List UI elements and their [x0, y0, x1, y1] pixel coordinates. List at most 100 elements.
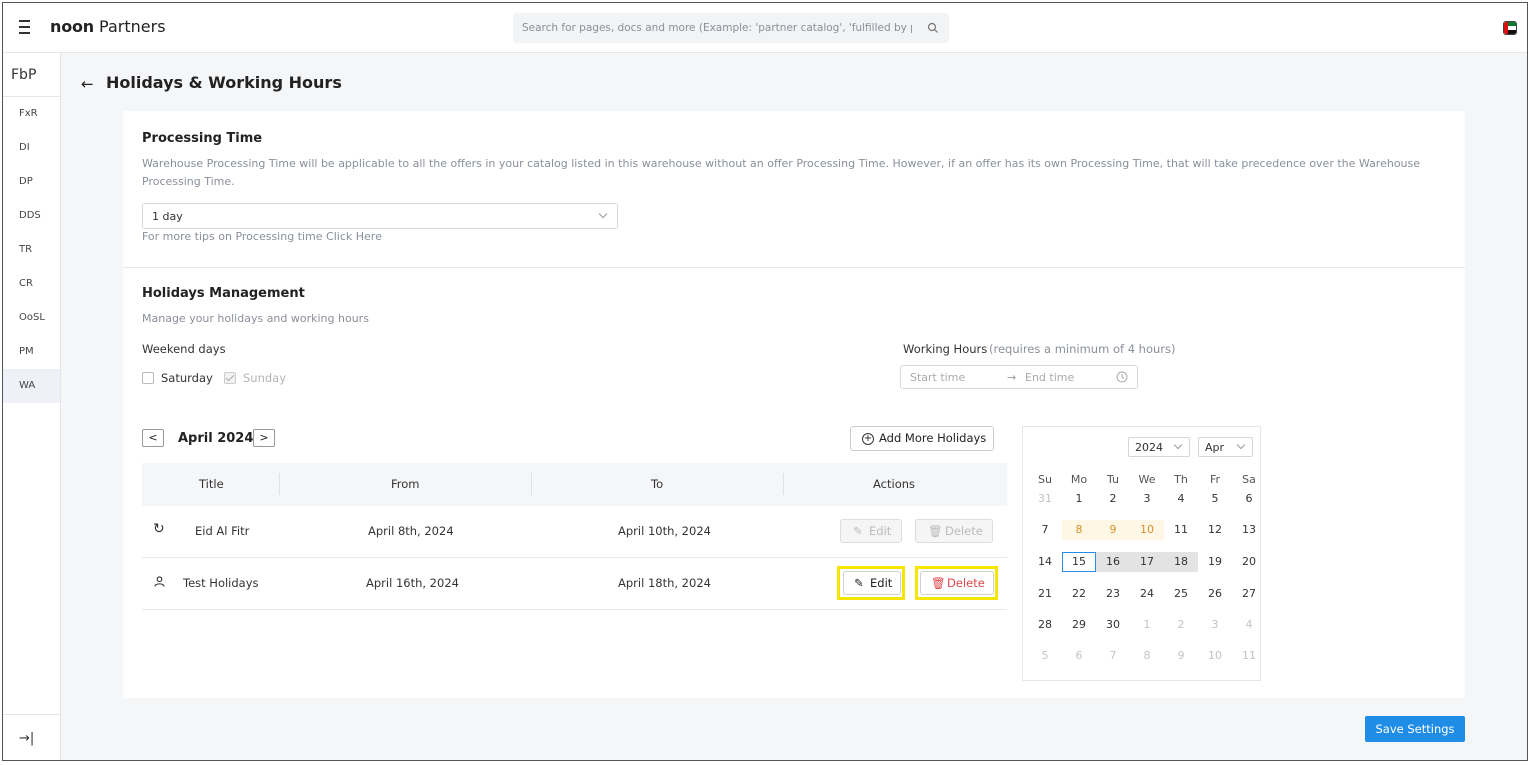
back-arrow-icon[interactable]: ← — [81, 75, 94, 93]
calendar-day[interactable]: 1 — [1130, 615, 1164, 635]
sidebar-item-dds[interactable]: DDS — [3, 199, 60, 233]
add-holidays-button[interactable]: + Add More Holidays — [850, 426, 994, 451]
working-hours-note: (requires a minimum of 4 hours) — [989, 342, 1176, 356]
holiday-to: April 10th, 2024 — [618, 524, 711, 538]
calendar-day[interactable]: 2 — [1164, 615, 1198, 635]
calendar-day[interactable]: 12 — [1198, 520, 1232, 540]
processing-time-desc-2: Processing Time. — [142, 175, 235, 188]
working-hours-range[interactable]: Start time → End time — [900, 365, 1138, 389]
calendar-day[interactable]: 3 — [1198, 615, 1232, 635]
calendar-day[interactable]: 15 — [1062, 552, 1096, 572]
prev-month-button[interactable]: < — [142, 429, 164, 447]
holidays-title: Holidays Management — [142, 286, 305, 301]
calendar-day[interactable]: 6 — [1062, 646, 1096, 666]
save-settings-button[interactable]: Save Settings — [1365, 716, 1465, 742]
calendar-day[interactable]: 22 — [1062, 584, 1096, 604]
sunday-checkbox[interactable] — [224, 372, 236, 384]
processing-time-desc-1: Warehouse Processing Time will be applic… — [142, 157, 1421, 170]
search-input[interactable]: Search for pages, docs and more (Example… — [513, 13, 949, 43]
calendar-day[interactable]: 10 — [1130, 520, 1164, 540]
calendar-day[interactable]: 29 — [1062, 615, 1096, 635]
calendar-day[interactable]: 31 — [1028, 489, 1062, 509]
brand-rest: Partners — [93, 17, 166, 36]
sidebar-item-pm[interactable]: PM — [3, 335, 60, 369]
column-actions: Actions — [873, 477, 916, 491]
calendar-day[interactable]: 9 — [1164, 646, 1198, 666]
calendar-day[interactable]: 7 — [1028, 520, 1062, 540]
calendar-day[interactable]: 10 — [1198, 646, 1232, 666]
calendar-day[interactable]: 11 — [1164, 520, 1198, 540]
calendar-day[interactable]: 13 — [1232, 520, 1266, 540]
calendar-day[interactable]: 26 — [1198, 584, 1232, 604]
calendar-day[interactable]: 30 — [1096, 615, 1130, 635]
menu-icon[interactable] — [19, 20, 35, 34]
calendar-day[interactable]: 27 — [1232, 584, 1266, 604]
processing-time-select[interactable]: 1 day — [142, 203, 618, 229]
calendar-day[interactable]: 19 — [1198, 552, 1232, 572]
saturday-checkbox[interactable] — [142, 372, 154, 384]
calendar-day[interactable]: 4 — [1232, 615, 1266, 635]
calendar-day[interactable]: 3 — [1130, 489, 1164, 509]
uae-flag-icon[interactable] — [1503, 21, 1517, 35]
processing-time-value: 1 day — [152, 210, 183, 223]
search-icon[interactable] — [927, 22, 939, 34]
user-icon — [154, 576, 165, 590]
calendar-day[interactable]: 8 — [1062, 520, 1096, 540]
sidebar-item-oosl[interactable]: OoSL — [3, 301, 60, 335]
sidebar-item-di[interactable]: DI — [3, 131, 60, 165]
end-time-input[interactable]: End time — [1025, 371, 1074, 384]
sidebar-item-fxr[interactable]: FxR — [3, 97, 60, 131]
weekday-label: Mo — [1070, 473, 1088, 486]
processing-time-tip[interactable]: For more tips on Processing time Click H… — [142, 228, 382, 246]
month-label: April 2024 — [178, 431, 254, 446]
calendar-day[interactable]: 20 — [1232, 552, 1266, 572]
start-time-input[interactable]: Start time — [910, 371, 965, 384]
weekday-label: Th — [1174, 473, 1188, 486]
calendar-day[interactable]: 24 — [1130, 584, 1164, 604]
year-select[interactable]: 2024 — [1128, 437, 1190, 457]
edit-button-disabled[interactable]: ✎ Edit — [840, 519, 902, 543]
sidebar-head[interactable]: FbP — [3, 53, 60, 97]
top-bar: noon Partners Search for pages, docs and… — [3, 3, 1527, 53]
chevron-down-icon — [1236, 440, 1246, 450]
calendar-day[interactable]: 5 — [1198, 489, 1232, 509]
holidays-desc: Manage your holidays and working hours — [142, 312, 369, 325]
calendar-day[interactable]: 9 — [1096, 520, 1130, 540]
holiday-title: Eid Al Fitr — [195, 524, 250, 538]
column-title: Title — [199, 477, 224, 491]
next-month-button[interactable]: > — [253, 429, 275, 447]
calendar-day[interactable]: 14 — [1028, 552, 1062, 572]
calendar-day[interactable]: 1 — [1062, 489, 1096, 509]
calendar-day[interactable]: 21 — [1028, 584, 1062, 604]
calendar-day[interactable]: 7 — [1096, 646, 1130, 666]
sidebar-item-wa[interactable]: WA — [3, 369, 60, 403]
page-title: Holidays & Working Hours — [106, 73, 342, 92]
calendar-day[interactable]: 2 — [1096, 489, 1130, 509]
range-arrow-icon: → — [1007, 371, 1017, 384]
brand-logo[interactable]: noon Partners — [50, 17, 166, 36]
expand-sidebar-icon[interactable]: →| — [19, 731, 34, 746]
section-divider — [123, 267, 1465, 268]
calendar-day[interactable]: 23 — [1096, 584, 1130, 604]
month-select[interactable]: Apr — [1198, 437, 1253, 457]
calendar-day[interactable]: 11 — [1232, 646, 1266, 666]
clock-icon — [1116, 371, 1128, 383]
calendar-day[interactable]: 25 — [1164, 584, 1198, 604]
sidebar-item-tr[interactable]: TR — [3, 233, 60, 267]
delete-button-disabled[interactable]: 🗑 Delete — [915, 519, 993, 543]
calendar-day[interactable]: 8 — [1130, 646, 1164, 666]
sidebar-item-dp[interactable]: DP — [3, 165, 60, 199]
calendar-day[interactable]: 16 — [1096, 552, 1130, 572]
holiday-title: Test Holidays — [183, 576, 259, 590]
calendar-day[interactable]: 5 — [1028, 646, 1062, 666]
working-hours-label: Working Hours — [903, 342, 988, 356]
refresh-icon: ↻ — [153, 521, 165, 537]
calendar-day[interactable]: 18 — [1164, 552, 1198, 572]
sidebar-item-cr[interactable]: CR — [3, 267, 60, 301]
calendar-day[interactable]: 6 — [1232, 489, 1266, 509]
calendar-day[interactable]: 17 — [1130, 552, 1164, 572]
calendar-day[interactable]: 4 — [1164, 489, 1198, 509]
weekday-label: We — [1138, 473, 1156, 486]
calendar-day[interactable]: 28 — [1028, 615, 1062, 635]
processing-time-title: Processing Time — [142, 131, 263, 146]
